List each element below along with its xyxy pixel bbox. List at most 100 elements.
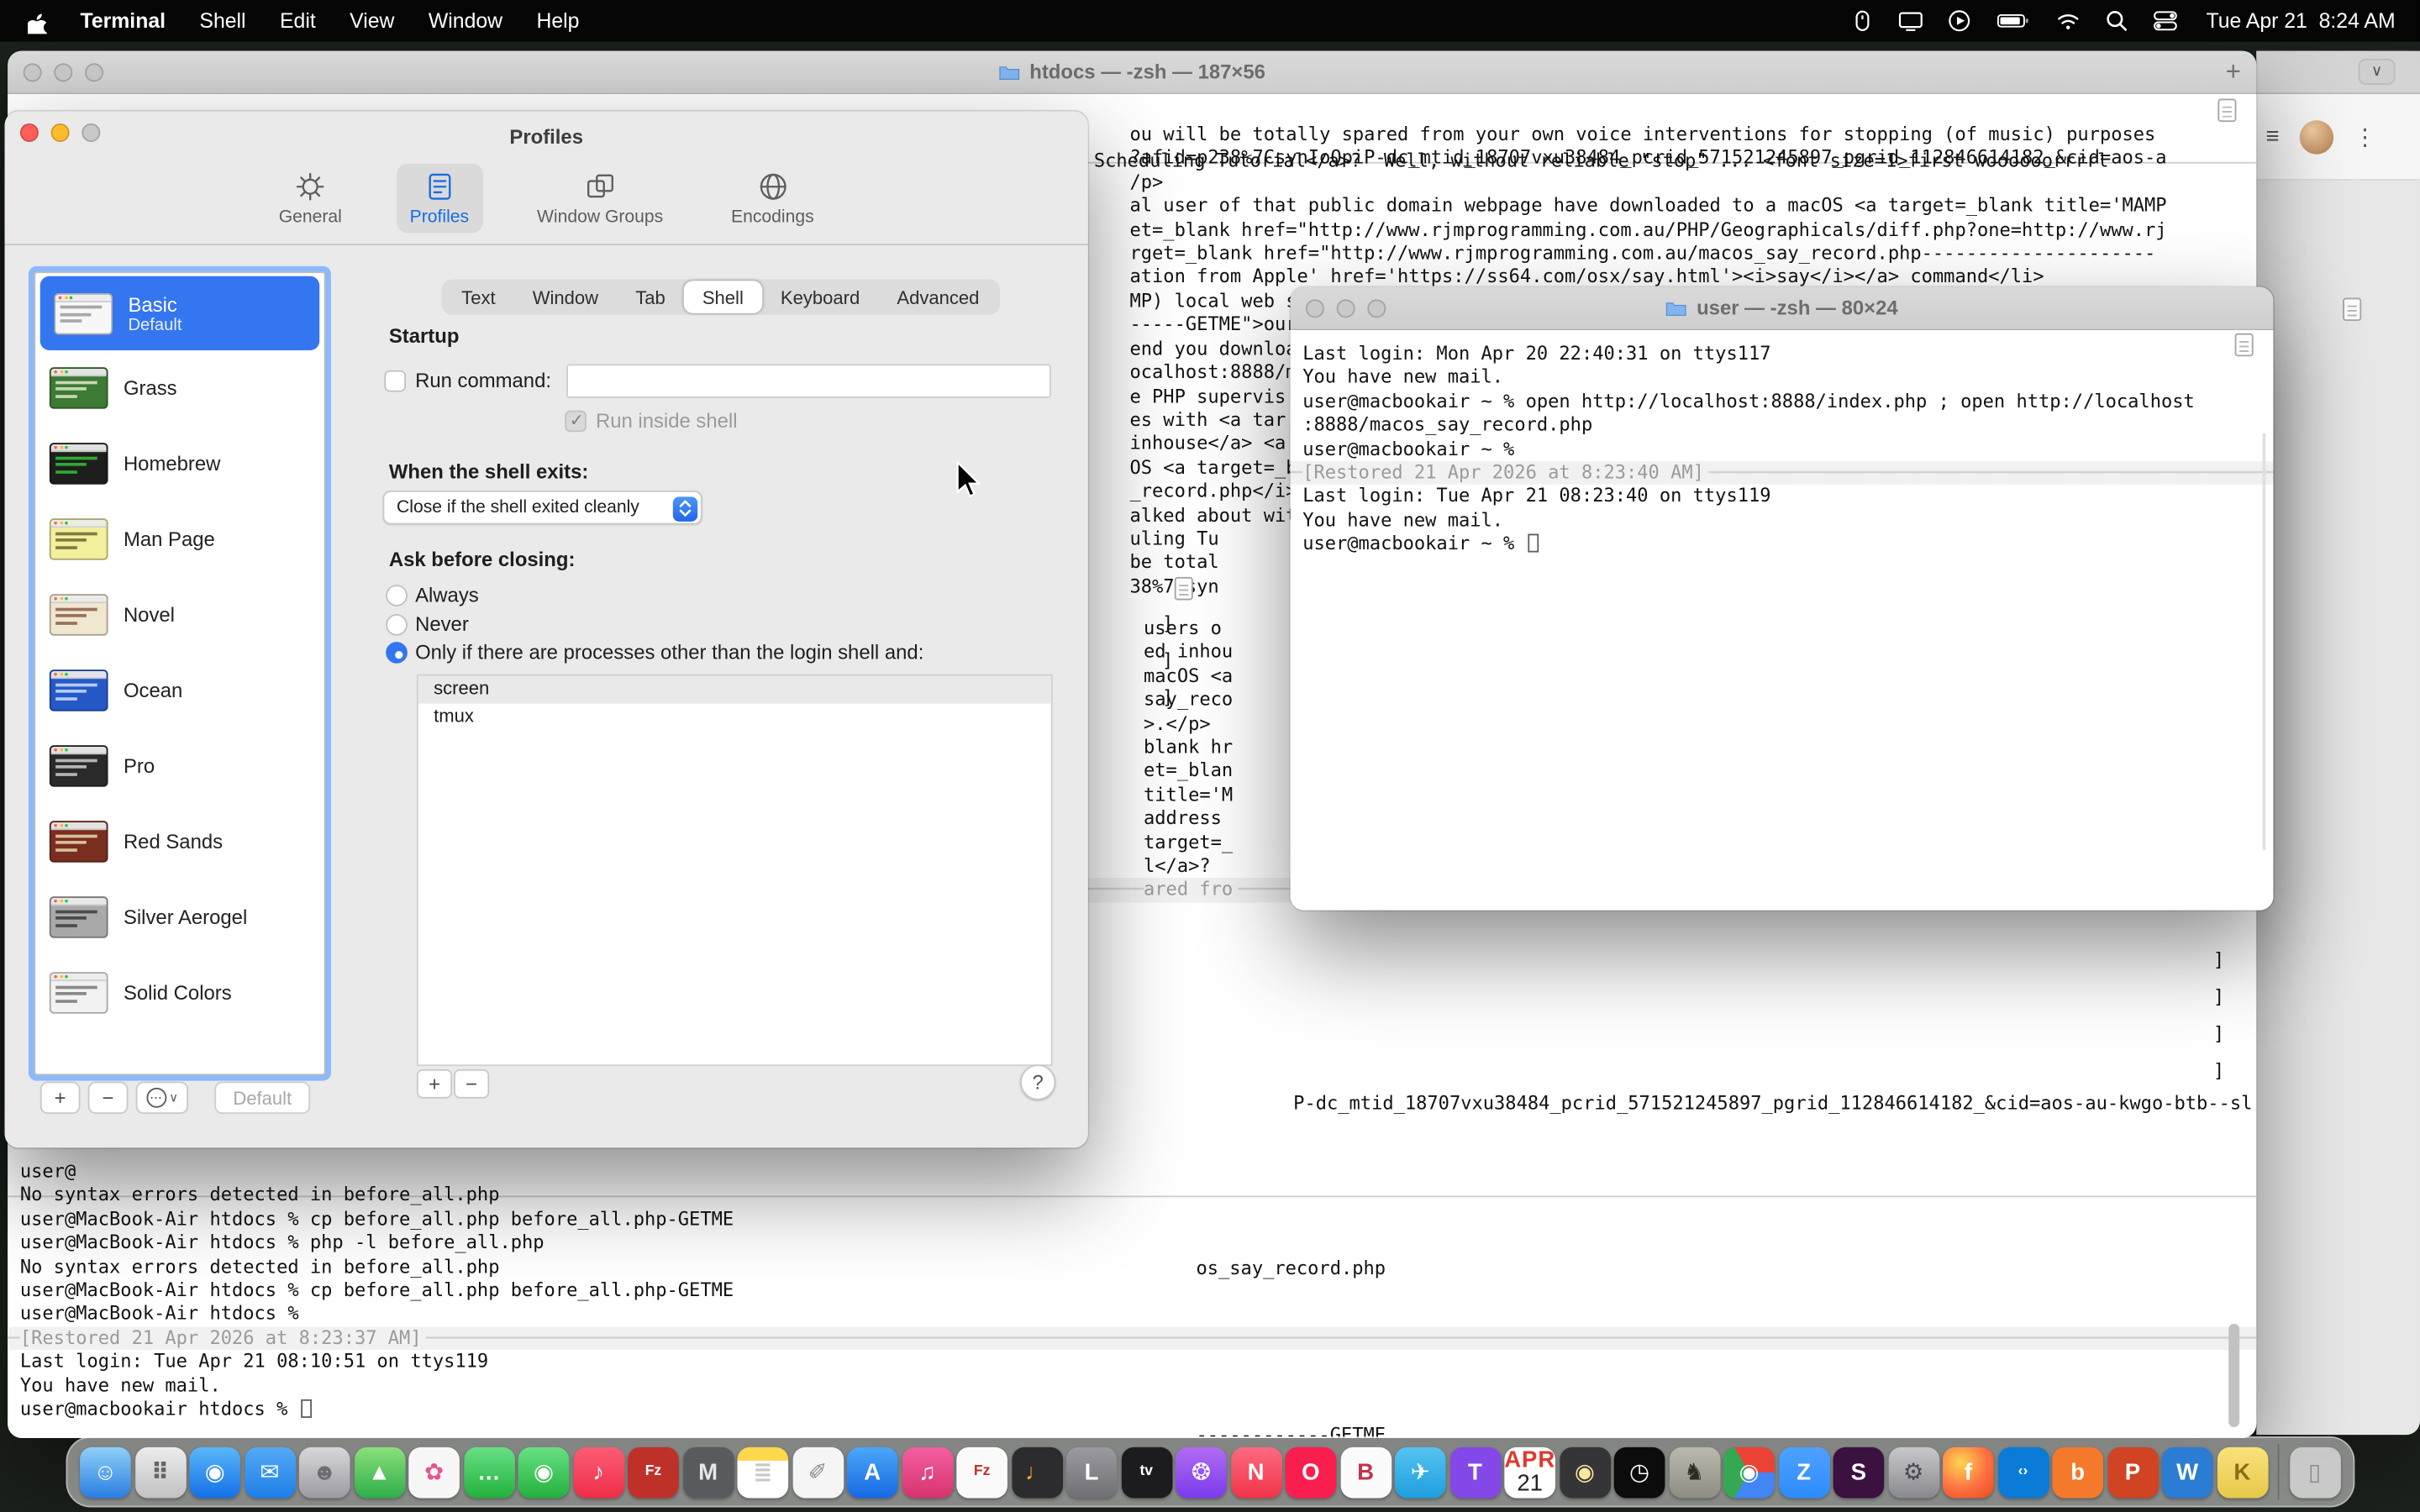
tab-advanced[interactable]: Advanced [878,281,997,313]
minimize-icon[interactable] [1337,299,1355,318]
only-if-processes-radio[interactable] [386,642,408,664]
bookmark-icon[interactable] [1175,577,1193,601]
tab-overflow-button[interactable]: ∨ [2359,59,2396,85]
dock-garageband-icon[interactable]: ♩ [1012,1446,1063,1498]
app-menu[interactable]: Terminal [63,9,182,33]
hamburger-menu-icon[interactable]: ≡ [2265,123,2279,150]
dock-facetime-icon[interactable]: ◉ [518,1446,570,1498]
profile-row-solid-colors[interactable]: Solid Colors [35,955,324,1031]
dock-opera-icon[interactable]: O [1286,1446,1337,1498]
default-button[interactable]: Default [214,1082,310,1115]
dock-music-icon[interactable]: ♪ [573,1446,624,1498]
menu-window[interactable]: Window [412,9,520,33]
control-center-icon[interactable] [2141,9,2191,33]
battery-icon[interactable] [1984,9,2044,33]
titlebar[interactable]: htdocs — -zsh — 187×56 + [8,51,2256,94]
dock-itunes-icon[interactable]: ♫ [902,1446,953,1498]
dock-finder-icon[interactable]: ☺ [80,1446,131,1498]
dock-messages-icon[interactable]: … [463,1446,514,1498]
menu-edit[interactable]: Edit [263,9,333,33]
minimize-icon[interactable] [51,123,70,142]
never-radio[interactable] [386,614,408,636]
zoom-icon[interactable] [85,63,103,81]
tab-text[interactable]: Text [443,281,514,313]
wifi-icon[interactable] [2044,11,2094,31]
zoom-icon[interactable] [1367,299,1386,318]
minimize-icon[interactable] [54,63,72,81]
dock-telegram-icon[interactable]: ✈ [1395,1446,1446,1498]
tab-keyboard[interactable]: Keyboard [762,281,878,313]
window-user-terminal[interactable]: user — -zsh — 80×24 Last login: Mon Apr … [1291,287,2274,911]
dock-mail-icon[interactable]: ✉ [245,1446,296,1498]
dock-photos-icon[interactable]: ✿ [408,1446,460,1498]
scrollbar[interactable] [2263,433,2266,850]
dock-textedit-icon[interactable]: ✐ [792,1446,844,1498]
dock-contacts-icon[interactable]: ☻ [299,1446,350,1498]
profile-row-grass[interactable]: Grass [35,350,324,426]
dock-powerpoint-icon[interactable]: P [2107,1446,2159,1498]
search-icon[interactable] [2093,9,2141,33]
dock-maps-icon[interactable]: ▲ [354,1446,405,1498]
dock-slack-icon[interactable]: S [1833,1446,1885,1498]
dock-logi-options-icon[interactable]: L [1066,1446,1118,1498]
close-icon[interactable] [24,63,42,81]
add-process-button[interactable]: + [417,1069,452,1099]
dock-podcasts-icon[interactable]: ❂ [1176,1446,1227,1498]
menu-bar-clock[interactable]: Tue Apr 21 8:24 AM [2191,9,2405,33]
profile-row-pro[interactable]: Pro [35,728,324,804]
now-playing-icon[interactable] [1936,9,1984,33]
logi-options-icon[interactable] [1839,9,1886,33]
profile-row-silver-aerogel[interactable]: Silver Aerogel [35,879,324,955]
toolbar-encodings[interactable]: Encodings [718,164,829,234]
profile-row-ocean[interactable]: Ocean [35,653,324,728]
process-list[interactable]: screentmux [417,675,1053,1067]
dock-twitch-icon[interactable]: T [1449,1446,1501,1498]
dock-chrome-icon[interactable]: ◉ [1723,1446,1775,1498]
toolbar-general[interactable]: General [265,164,355,234]
avatar[interactable] [2299,119,2333,153]
window-controls[interactable] [24,63,104,81]
remove-process-button[interactable]: − [454,1069,489,1099]
window-controls[interactable] [1306,299,1386,318]
bookmark-icon[interactable] [2235,333,2254,357]
profile-row-basic[interactable]: BasicDefault [40,276,319,350]
shell-exit-popup[interactable]: Close if the shell exited cleanly [383,491,702,524]
dock-system-settings-icon[interactable]: ⚙ [1888,1446,1939,1498]
dock-bear-icon[interactable]: B [1340,1446,1392,1498]
menu-help[interactable]: Help [519,9,596,33]
run-inside-shell-checkbox[interactable] [565,411,587,433]
profile-row-novel[interactable]: Novel [35,577,324,653]
dock-filezilla-doc-icon[interactable]: Fz [956,1446,1007,1498]
bookmark-icon[interactable] [2217,99,2236,123]
profile-row-homebrew[interactable]: Homebrew [35,426,324,501]
menu-shell[interactable]: Shell [182,9,263,33]
titlebar[interactable]: user — -zsh — 80×24 [1291,287,2274,330]
profile-row-red-sands[interactable]: Red Sands [35,804,324,879]
always-radio[interactable] [386,585,408,606]
add-profile-button[interactable]: + [40,1082,81,1115]
close-icon[interactable] [1306,299,1324,318]
dock-clock-icon[interactable]: ◷ [1614,1446,1665,1498]
profile-actions-menu-button[interactable]: ⋯∨ [136,1082,188,1115]
dock-calendar-icon[interactable]: APR21 [1504,1446,1555,1498]
help-button[interactable]: ? [1020,1064,1055,1100]
close-icon[interactable] [20,123,39,142]
run-command-checkbox[interactable] [384,370,406,392]
scrollbar[interactable] [2228,1324,2239,1427]
dock-notes-icon[interactable]: ≣ [737,1446,788,1498]
tab-tab[interactable]: Tab [617,281,684,313]
tab-shell[interactable]: Shell [684,281,762,313]
dock-safari-icon[interactable]: ◉ [189,1446,240,1498]
dock-blender-icon[interactable]: b [2052,1446,2103,1498]
remove-profile-button[interactable]: − [88,1082,129,1115]
more-options-icon[interactable]: ⋮ [2354,123,2377,150]
window-terminal-settings[interactable]: Profiles General Profiles Window Groups … [5,111,1088,1147]
dock-photo-booth-icon[interactable]: ◉ [1560,1446,1611,1498]
dock-apple-tv-icon[interactable]: tv [1121,1446,1172,1498]
dock-filezilla-icon[interactable]: Fz [628,1446,679,1498]
toolbar-profiles[interactable]: Profiles [396,164,483,234]
dock-word-icon[interactable]: W [2162,1446,2213,1498]
apple-menu[interactable] [15,8,63,33]
tab-window[interactable]: Window [514,281,617,313]
menu-view[interactable]: View [333,9,412,33]
